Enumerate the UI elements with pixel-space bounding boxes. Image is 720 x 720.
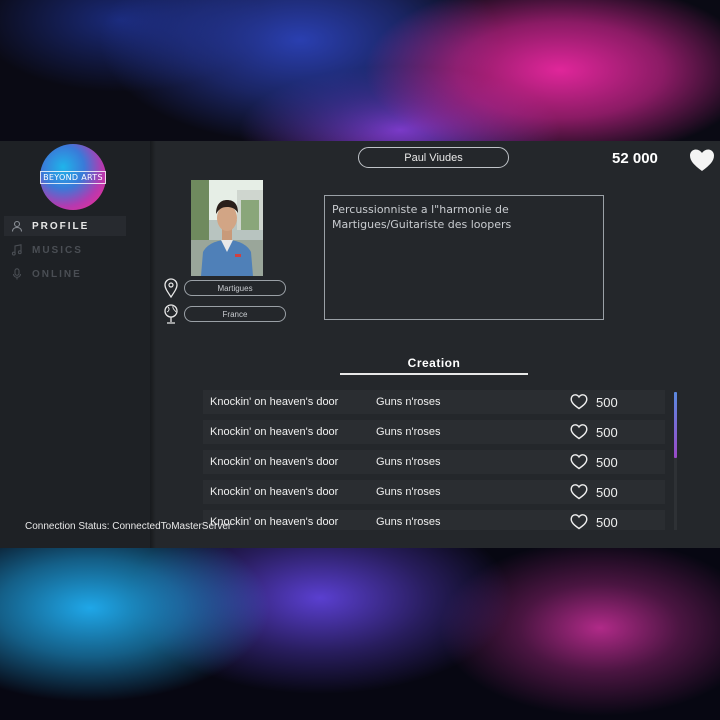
list-item[interactable]: Knockin' on heaven's door Guns n'roses 5… [203,390,665,414]
sidebar-item-profile[interactable]: PROFILE [4,216,126,236]
like-count: 500 [596,485,618,500]
sidebar-item-musics[interactable]: MUSICS [4,240,126,260]
song-title: Knockin' on heaven's door [210,486,339,498]
tab-underline [340,373,528,375]
sidebar-item-label: ONLINE [32,268,82,280]
background-bottom [0,548,720,720]
microphone-icon [10,267,24,281]
song-artist: Guns n'roses [376,516,441,528]
song-title: Knockin' on heaven's door [210,396,339,408]
like-count: 500 [596,395,618,410]
heart-outline-icon[interactable] [570,423,588,440]
heart-outline-icon[interactable] [570,513,588,530]
like-count: 500 [596,455,618,470]
logo-text: BEYOND ARTS [40,170,106,184]
sidebar-divider [150,141,156,548]
song-title: Knockin' on heaven's door [210,456,339,468]
like-count: 500 [596,515,618,530]
location-pin-icon [164,278,178,299]
song-artist: Guns n'roses [376,486,441,498]
list-item[interactable]: Knockin' on heaven's door Guns n'roses 5… [203,420,665,444]
like-count: 500 [596,425,618,440]
list-item[interactable]: Knockin' on heaven's door Guns n'roses 5… [203,480,665,504]
bio-textarea[interactable]: Percussionniste a l"harmonie de Martigue… [324,195,604,320]
sidebar: BEYOND ARTS PROFILE MUSICS ONLINE [0,141,150,548]
music-note-icon [10,243,24,257]
tab-creation[interactable]: Creation [340,356,528,370]
sidebar-item-label: MUSICS [32,244,83,256]
profile-name-field[interactable]: Paul Viudes [358,147,509,168]
heart-icon[interactable] [688,146,716,174]
heart-outline-icon[interactable] [570,453,588,470]
creation-list[interactable]: Knockin' on heaven's door Guns n'roses 5… [203,390,665,530]
app-panel: BEYOND ARTS PROFILE MUSICS ONLINE Paul V… [0,141,720,548]
sidebar-item-online[interactable]: ONLINE [4,264,126,284]
avatar [191,180,263,276]
heart-outline-icon[interactable] [570,393,588,410]
scrollbar-thumb[interactable] [674,392,677,458]
heart-outline-icon[interactable] [570,483,588,500]
country-field[interactable]: France [184,306,286,322]
song-title: Knockin' on heaven's door [210,426,339,438]
background-top [0,0,720,141]
beyond-arts-logo: BEYOND ARTS [40,144,106,210]
total-likes-count: 52 000 [612,150,658,167]
song-artist: Guns n'roses [376,396,441,408]
globe-icon [164,304,178,324]
user-icon [10,219,24,233]
list-item[interactable]: Knockin' on heaven's door Guns n'roses 5… [203,450,665,474]
song-artist: Guns n'roses [376,426,441,438]
song-artist: Guns n'roses [376,456,441,468]
connection-status: Connection Status: ConnectedToMasterServ… [25,521,232,532]
list-item[interactable]: Knockin' on heaven's door Guns n'roses 5… [203,510,665,530]
city-field[interactable]: Martigues [184,280,286,296]
sidebar-item-label: PROFILE [32,220,90,232]
